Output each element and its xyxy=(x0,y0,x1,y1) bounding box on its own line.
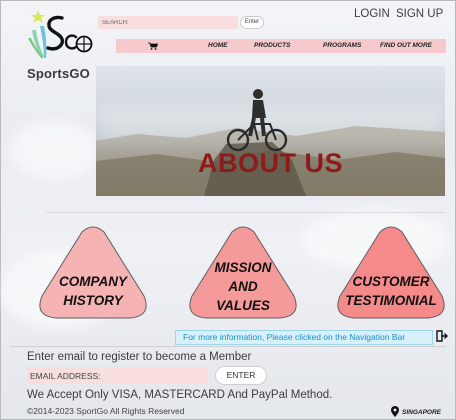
location-pin-icon xyxy=(391,406,399,417)
info-banner: For more information, Please clicked on … xyxy=(175,330,433,345)
email-field[interactable] xyxy=(27,367,207,384)
exit-icon[interactable] xyxy=(436,330,448,342)
email-enter-button[interactable]: ENTER xyxy=(215,366,267,385)
section-label-line3: VALUES xyxy=(216,298,270,313)
signup-link[interactable]: SIGN UP xyxy=(396,8,443,20)
background-cloud xyxy=(10,120,100,180)
copyright-text: ©2014-2023 SportGo All Rights Reserved xyxy=(27,406,185,416)
nav-home[interactable]: HOME xyxy=(208,39,228,53)
footer-divider xyxy=(10,346,446,347)
customer-testimonial-button[interactable]: CUSTOMER TESTIMONIAL xyxy=(334,226,448,322)
brand-name: SportsGO xyxy=(27,66,90,81)
section-divider xyxy=(46,212,446,213)
nav-programs[interactable]: PROGRAMS xyxy=(323,39,361,53)
section-label-line1: CUSTOMER xyxy=(352,274,430,289)
section-label-line2: TESTIMONIAL xyxy=(345,293,437,308)
page-title: ABOUT US xyxy=(198,148,343,178)
location-label: SINGAPORE xyxy=(402,409,442,416)
section-label-line1: COMPANY xyxy=(58,274,127,289)
section-label-line2: AND xyxy=(228,279,258,294)
search-enter-button[interactable]: Enter xyxy=(240,16,264,29)
cyclist-image xyxy=(226,89,288,152)
search-input[interactable] xyxy=(98,16,238,29)
section-label-line2: HISTORY xyxy=(63,293,123,308)
register-label: Enter email to register to become a Memb… xyxy=(27,351,252,363)
nav-products[interactable]: PRODUCTS xyxy=(254,39,290,53)
section-label-line1: MISSION xyxy=(214,260,272,275)
company-history-button[interactable]: COMPANY HISTORY xyxy=(36,226,150,322)
login-link[interactable]: LOGIN xyxy=(354,8,390,20)
hero-banner: ABOUT US xyxy=(96,66,445,196)
payment-methods-text: We Accept Only VISA, MASTERCARD And PayP… xyxy=(27,389,333,401)
mission-values-button[interactable]: MISSION AND VALUES xyxy=(186,226,300,322)
nav-find-out-more[interactable]: FIND OUT MORE xyxy=(380,39,432,53)
shopping-cart-icon[interactable] xyxy=(148,42,158,50)
main-nav: HOME PRODUCTS PROGRAMS FIND OUT MORE xyxy=(116,39,446,53)
